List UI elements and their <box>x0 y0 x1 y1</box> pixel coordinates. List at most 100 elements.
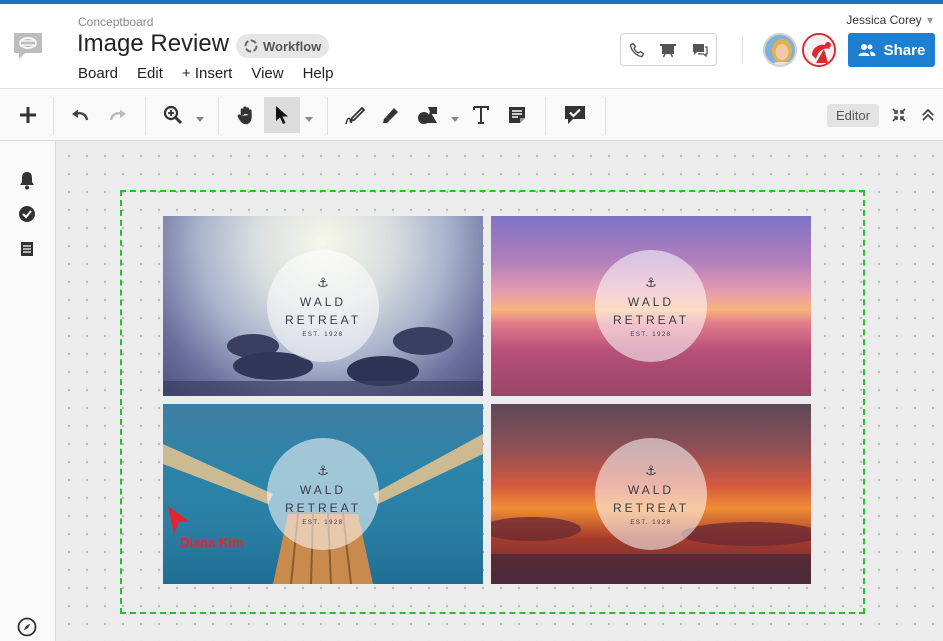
collapse-toolbar-button[interactable] <box>914 97 942 133</box>
add-button[interactable] <box>10 97 46 133</box>
menu-bar: Board Edit + Insert View Help <box>78 65 352 82</box>
undo-icon <box>72 109 89 121</box>
toolbar-divider <box>218 97 219 135</box>
user-name: Jessica Corey <box>846 13 922 27</box>
toolbar-divider <box>53 97 54 135</box>
pointer-icon <box>276 106 288 124</box>
share-button[interactable]: Share <box>848 33 935 67</box>
avatar-diana[interactable] <box>802 33 836 67</box>
toolbar-divider <box>545 97 546 135</box>
zoom-dropdown-caret[interactable] <box>196 110 204 122</box>
marker-icon <box>383 108 398 123</box>
image-card-4[interactable]: ⚓ WALD RETREAT EST. 1928 <box>491 404 811 584</box>
user-menu[interactable]: Jessica Corey ▾ <box>846 13 933 27</box>
image-card-3[interactable]: ⚓ WALD RETREAT EST. 1928 <box>163 404 483 584</box>
text-tool[interactable] <box>463 97 499 133</box>
sticky-note-tool[interactable] <box>499 97 535 133</box>
compass-icon <box>17 617 37 637</box>
double-chevron-up-icon <box>922 108 934 121</box>
logo-badge: ⚓ WALD RETREAT EST. 1928 <box>595 438 707 550</box>
menu-board[interactable]: Board <box>78 65 118 82</box>
image-card-2[interactable]: ⚓ WALD RETREAT EST. 1928 <box>491 216 811 396</box>
undo-button[interactable] <box>62 97 98 133</box>
fullscreen-button[interactable] <box>884 97 914 133</box>
logo-badge: ⚓ WALD RETREAT EST. 1928 <box>267 250 379 362</box>
menu-edit[interactable]: Edit <box>137 65 163 82</box>
user-menu-caret: ▾ <box>926 13 933 27</box>
toolbar: Editor <box>0 88 943 141</box>
menu-help[interactable]: Help <box>303 65 334 82</box>
pan-tool[interactable] <box>228 97 264 133</box>
badge-est: EST. 1928 <box>302 519 344 526</box>
review-tool[interactable] <box>557 97 593 133</box>
avatar-jessica[interactable] <box>763 33 797 67</box>
notifications-button[interactable] <box>16 169 38 191</box>
collapse-icon <box>892 108 906 122</box>
communication-group <box>620 33 717 66</box>
chat-icon <box>693 43 708 57</box>
redo-button[interactable] <box>100 97 136 133</box>
check-circle-icon <box>19 206 35 222</box>
badge-est: EST. 1928 <box>302 331 344 338</box>
highlighter-tool[interactable] <box>373 97 409 133</box>
badge-line2: RETREAT <box>612 500 690 515</box>
shape-tool[interactable] <box>410 97 446 133</box>
chevron-down-icon <box>451 117 459 122</box>
anchor-icon: ⚓ <box>317 274 329 290</box>
badge-line2: RETREAT <box>284 312 362 327</box>
text-icon <box>473 106 489 124</box>
chevron-down-icon <box>196 117 204 122</box>
navigator-button[interactable] <box>17 617 37 641</box>
presentation-icon <box>660 43 677 57</box>
badge-est: EST. 1928 <box>630 519 672 526</box>
menu-view[interactable]: View <box>251 65 283 82</box>
image-card-1[interactable]: ⚓ WALD RETREAT EST. 1928 <box>163 216 483 396</box>
anchor-icon: ⚓ <box>645 274 657 290</box>
workflow-label: Workflow <box>263 38 322 54</box>
phone-icon <box>629 42 645 57</box>
shapes-icon <box>418 107 437 124</box>
zoom-button[interactable] <box>155 97 191 133</box>
logo-badge: ⚓ WALD RETREAT EST. 1928 <box>595 250 707 362</box>
bell-icon <box>20 172 34 190</box>
workflow-icon <box>244 39 258 53</box>
note-icon <box>509 107 525 123</box>
toolbar-divider <box>145 97 146 135</box>
workflow-button[interactable]: Workflow <box>236 34 330 58</box>
present-button[interactable] <box>653 34 683 65</box>
users-icon <box>858 44 876 56</box>
select-tool[interactable] <box>264 97 300 133</box>
plus-icon <box>20 107 36 123</box>
badge-line2: RETREAT <box>284 500 362 515</box>
list-icon <box>21 242 33 256</box>
left-sidebar <box>0 141 56 641</box>
badge-line1: WALD <box>627 482 675 497</box>
chat-button[interactable] <box>685 34 715 65</box>
shape-dropdown-caret[interactable] <box>451 110 459 122</box>
board-title[interactable]: Image Review <box>77 30 229 58</box>
collaborator-cursor-label: Diana Kim <box>180 535 244 550</box>
toolbar-divider <box>605 97 606 135</box>
zoom-in-icon <box>163 105 183 125</box>
logo-badge: ⚓ WALD RETREAT EST. 1928 <box>267 438 379 550</box>
pages-button[interactable] <box>16 238 38 260</box>
header-divider <box>742 36 743 63</box>
badge-line1: WALD <box>299 294 347 309</box>
call-button[interactable] <box>622 34 652 65</box>
tasks-button[interactable] <box>16 203 38 225</box>
conceptboard-logo-icon[interactable] <box>11 31 45 61</box>
share-label: Share <box>883 41 926 59</box>
menu-insert[interactable]: + Insert <box>182 65 232 82</box>
badge-line1: WALD <box>627 294 675 309</box>
role-badge: Editor <box>827 104 879 127</box>
chevron-down-icon <box>305 117 313 122</box>
header: Conceptboard Image Review Workflow Board… <box>0 4 943 88</box>
hand-icon <box>237 106 252 125</box>
pen-tool[interactable] <box>337 97 373 133</box>
redo-icon <box>109 109 126 121</box>
select-dropdown-caret[interactable] <box>305 110 313 122</box>
anchor-icon: ⚓ <box>317 462 329 478</box>
pen-icon <box>345 106 366 125</box>
comment-check-icon <box>565 106 585 124</box>
badge-line2: RETREAT <box>612 312 690 327</box>
